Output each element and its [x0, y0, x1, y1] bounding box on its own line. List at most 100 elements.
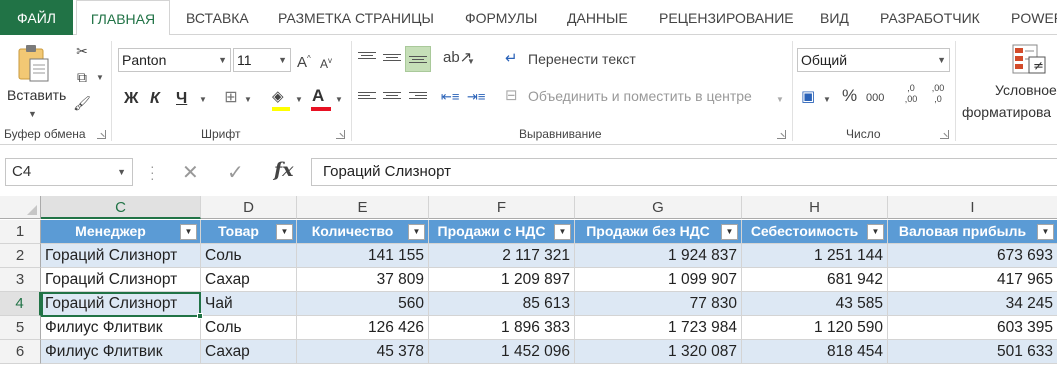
tab-insert[interactable]: ВСТАВКА: [186, 0, 249, 35]
column-header-d[interactable]: D: [201, 196, 297, 219]
alignment-launcher-icon[interactable]: [777, 130, 786, 139]
wrap-text-button[interactable]: Перенести текст: [528, 51, 636, 67]
column-header-i[interactable]: I: [888, 196, 1057, 219]
table-cell[interactable]: 560: [297, 292, 429, 316]
conditional-formatting-label[interactable]: Условное: [995, 82, 1057, 98]
insert-function-button[interactable]: fx: [274, 159, 294, 181]
confirm-entry-icon[interactable]: ✓: [227, 160, 244, 185]
table-cell[interactable]: 43 585: [742, 292, 888, 316]
borders-icon[interactable]: ⊞: [221, 88, 241, 108]
align-middle-icon[interactable]: [383, 54, 401, 68]
tab-page-layout[interactable]: РАЗМЕТКА СТРАНИЦЫ: [278, 0, 434, 35]
tab-data[interactable]: ДАННЫЕ: [567, 0, 628, 35]
filter-dropdown-icon[interactable]: ▼: [180, 224, 197, 240]
column-header-f[interactable]: F: [429, 196, 575, 219]
chevron-down-icon[interactable]: ▼: [199, 95, 207, 104]
table-cell[interactable]: 1 452 096: [429, 340, 575, 364]
formula-bar-grip-icon[interactable]: · · ·: [150, 159, 155, 185]
fill-handle[interactable]: [197, 313, 203, 319]
conditional-formatting-label-2[interactable]: форматирова: [962, 104, 1051, 120]
table-cell[interactable]: Сахар: [201, 268, 297, 292]
tab-review[interactable]: РЕЦЕНЗИРОВАНИЕ: [659, 0, 794, 35]
table-header-cell[interactable]: Валовая прибыль: [888, 220, 1057, 244]
table-cell[interactable]: Филиус Флитвик: [41, 340, 201, 364]
table-cell[interactable]: 2 117 321: [429, 244, 575, 268]
percent-button[interactable]: %: [842, 86, 857, 106]
align-right-icon[interactable]: [409, 92, 427, 106]
chevron-down-icon[interactable]: ▼: [278, 49, 287, 71]
chevron-down-icon[interactable]: ▼: [335, 95, 343, 104]
chevron-down-icon[interactable]: ▼: [295, 95, 303, 104]
cancel-entry-icon[interactable]: ✕: [182, 160, 199, 185]
conditional-formatting-icon[interactable]: ≠: [1012, 44, 1046, 76]
column-header-g[interactable]: G: [575, 196, 742, 219]
increase-indent-icon[interactable]: ⇥≡: [467, 87, 485, 107]
table-cell[interactable]: 417 965: [888, 268, 1057, 292]
table-cell[interactable]: Чай: [201, 292, 297, 316]
align-bottom-button[interactable]: [405, 46, 431, 72]
align-center-icon[interactable]: [383, 92, 401, 106]
chevron-down-icon[interactable]: ▼: [218, 49, 227, 71]
table-cell[interactable]: 1 251 144: [742, 244, 888, 268]
table-cell[interactable]: Гораций Слизнорт: [41, 244, 201, 268]
tab-formulas[interactable]: ФОРМУЛЫ: [465, 0, 537, 35]
cut-icon[interactable]: ✂: [72, 41, 92, 61]
font-name-combo[interactable]: Panton ▼: [118, 48, 231, 72]
chevron-down-icon[interactable]: ▼: [937, 49, 946, 71]
table-cell[interactable]: 1 896 383: [429, 316, 575, 340]
copy-icon[interactable]: ⧉: [72, 67, 92, 87]
font-color-button[interactable]: A: [310, 85, 332, 113]
row-header-5[interactable]: 5: [0, 316, 41, 340]
tab-developer[interactable]: РАЗРАБОТЧИК: [880, 0, 980, 35]
filter-dropdown-icon[interactable]: ▼: [408, 224, 425, 240]
table-cell[interactable]: 673 693: [888, 244, 1057, 268]
table-cell[interactable]: Соль: [201, 316, 297, 340]
table-cell[interactable]: 77 830: [575, 292, 742, 316]
chevron-down-icon[interactable]: ▼: [117, 159, 126, 185]
table-cell[interactable]: Сахар: [201, 340, 297, 364]
number-format-combo[interactable]: Общий ▼: [797, 48, 950, 72]
table-cell[interactable]: 818 454: [742, 340, 888, 364]
table-cell[interactable]: 141 155: [297, 244, 429, 268]
column-header-e[interactable]: E: [297, 196, 429, 219]
column-header-h[interactable]: H: [742, 196, 888, 219]
row-header-2[interactable]: 2: [0, 244, 41, 268]
table-cell[interactable]: 85 613: [429, 292, 575, 316]
column-header-c[interactable]: C: [41, 196, 201, 219]
table-cell[interactable]: 1 723 984: [575, 316, 742, 340]
clipboard-launcher-icon[interactable]: [97, 130, 106, 139]
name-box[interactable]: C4 ▼: [5, 158, 133, 186]
table-cell[interactable]: Соль: [201, 244, 297, 268]
font-size-combo[interactable]: 11 ▼: [233, 48, 291, 72]
chevron-down-icon[interactable]: ▼: [244, 95, 252, 104]
filter-dropdown-icon[interactable]: ▼: [867, 224, 884, 240]
fill-color-button[interactable]: ◈: [270, 87, 292, 113]
filter-dropdown-icon[interactable]: ▼: [1037, 224, 1054, 240]
tab-power[interactable]: POWER: [1011, 0, 1057, 35]
currency-icon[interactable]: ▣: [801, 87, 815, 107]
table-cell[interactable]: 1 209 897: [429, 268, 575, 292]
row-header-1[interactable]: 1: [0, 220, 41, 244]
font-launcher-icon[interactable]: [336, 130, 345, 139]
number-launcher-icon[interactable]: [940, 130, 949, 139]
align-left-icon[interactable]: [358, 92, 376, 106]
table-cell[interactable]: 1 924 837: [575, 244, 742, 268]
filter-dropdown-icon[interactable]: ▼: [554, 224, 571, 240]
increase-decimal-button[interactable]: ,0 ,00: [901, 83, 921, 105]
filter-dropdown-icon[interactable]: ▼: [721, 224, 738, 240]
tab-view[interactable]: ВИД: [820, 0, 849, 35]
table-cell[interactable]: 1 099 907: [575, 268, 742, 292]
filter-dropdown-icon[interactable]: ▼: [276, 224, 293, 240]
chevron-down-icon[interactable]: ▼: [823, 95, 831, 104]
chevron-down-icon[interactable]: ▼: [28, 109, 37, 119]
formula-input[interactable]: Гораций Слизнорт: [311, 158, 1057, 186]
chevron-down-icon[interactable]: ▼: [467, 57, 475, 66]
decrease-indent-icon[interactable]: ⇤≡: [441, 87, 459, 107]
chevron-down-icon[interactable]: ▼: [96, 73, 104, 82]
table-cell[interactable]: 37 809: [297, 268, 429, 292]
row-header-3[interactable]: 3: [0, 268, 41, 292]
table-cell[interactable]: 126 426: [297, 316, 429, 340]
table-cell[interactable]: 681 942: [742, 268, 888, 292]
table-cell[interactable]: Филиус Флитвик: [41, 316, 201, 340]
italic-button[interactable]: К: [150, 90, 160, 108]
